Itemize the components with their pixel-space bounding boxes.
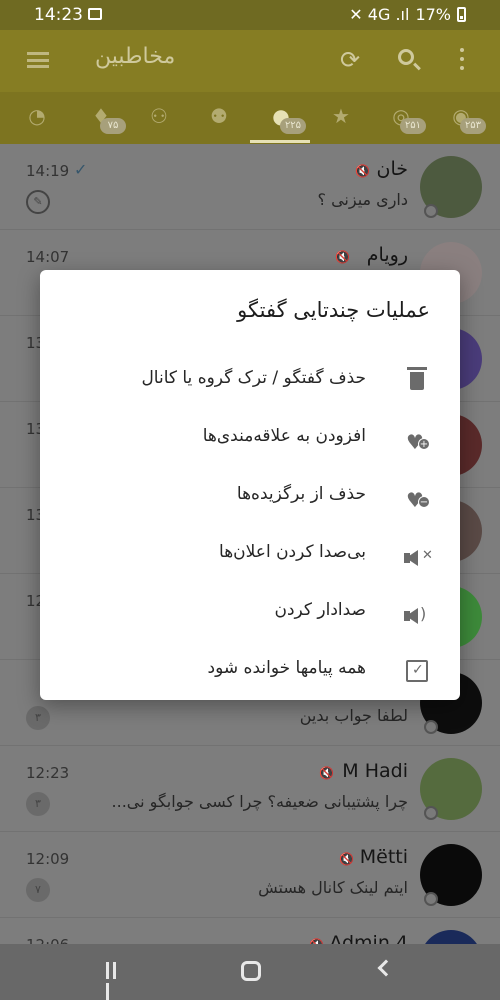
chat-preview: لطفا جواب بدین: [299, 706, 408, 725]
recents-icon[interactable]: [106, 962, 126, 1000]
chat-time: 14:19: [26, 162, 70, 180]
read-check-icon: ✓: [74, 160, 88, 179]
tab-chats[interactable]: ◔: [18, 100, 58, 136]
status-time: 14:23: [34, 5, 83, 25]
app-bar: مخاطبین ⟳: [0, 30, 500, 92]
battery-percent: 17%: [415, 5, 451, 24]
chat-name: رویام: [366, 244, 408, 266]
avatar: [420, 930, 482, 944]
chat-row[interactable]: Mëtti 🔇 ایتم لینک کانال هستش 12:09 ۷: [0, 832, 500, 918]
tab-badge: ۷۵: [100, 118, 126, 134]
mute-icon: 🔇: [355, 164, 370, 178]
avatar: [420, 156, 482, 218]
pin-icon: ✎: [26, 190, 50, 214]
chat-bubble-icon: ◔: [28, 104, 46, 128]
status-indicators: ✕ 4G .ıl 17%: [349, 5, 466, 24]
option-label: همه پیامها خوانده شود: [207, 658, 366, 678]
tab-all[interactable]: ◉ ۲۵۳: [442, 100, 486, 136]
tab-bots[interactable]: ♦ ۷۵: [82, 100, 126, 136]
chat-preview: چرا پشتیبانی ضعیفه؟ چرا کسی جوابگو نی...: [111, 792, 408, 811]
trash-icon: [404, 367, 430, 394]
tab-contacts[interactable]: ● ۲۲۵: [262, 100, 306, 136]
menu-icon[interactable]: [27, 52, 49, 68]
option-label: صدادار کردن: [274, 600, 366, 620]
volume-up-icon: ): [404, 600, 430, 626]
option-mute-notifications[interactable]: بی‌صدا کردن اعلان‌ها ✕: [40, 526, 460, 584]
unread-badge: ۷: [26, 878, 50, 902]
chat-time: 12:06: [26, 936, 69, 944]
chat-preview: داری میزنی ؟: [317, 190, 409, 209]
app-title: مخاطبین: [95, 44, 176, 69]
chat-time: 12:23: [26, 764, 70, 782]
tab-channels[interactable]: ◎ ۲۵۱: [382, 100, 426, 136]
signal-icons: ✕ 4G .ıl: [349, 5, 410, 24]
mark-read-icon: [404, 658, 430, 684]
option-unmute[interactable]: صدادار کردن ): [40, 584, 460, 642]
tab-badge: ۲۵۱: [400, 118, 426, 134]
bulk-actions-dialog: عملیات چندتایی گفتگو حذف گفتگو / ترک گرو…: [40, 270, 460, 700]
group-icon: ⚇: [150, 104, 168, 128]
more-vert-icon[interactable]: [460, 48, 464, 70]
chat-time: 12:09: [26, 850, 70, 868]
home-icon[interactable]: [241, 961, 261, 981]
chat-name: خان: [376, 158, 409, 180]
tab-badge: ۲۲۵: [280, 118, 306, 134]
avatar: [420, 844, 482, 906]
system-nav-bar: [0, 944, 500, 1000]
option-label: حذف از برگزیده‌ها: [236, 484, 366, 504]
status-bar: 14:23 ✕ 4G .ıl 17%: [0, 0, 500, 30]
tab-badge: ۲۵۳: [460, 118, 486, 134]
chat-name: Admin 4: [329, 932, 408, 944]
star-icon: ★: [332, 104, 350, 128]
option-delete-chat[interactable]: حذف گفتگو / ترک گروه یا کانال: [40, 352, 460, 410]
chat-row[interactable]: M Hadi 🔇 چرا پشتیبانی ضعیفه؟ چرا کسی جوا…: [0, 746, 500, 832]
tab-groups[interactable]: ⚇: [140, 100, 180, 136]
chat-name: Mëtti: [359, 846, 408, 868]
chat-row[interactable]: خان 🔇 داری میزنی ؟ 14:19 ✓ ✎: [0, 144, 500, 230]
heart-minus-icon: ♥ −: [406, 488, 430, 512]
heart-plus-icon: ♥ +: [406, 430, 430, 454]
option-label: بی‌صدا کردن اعلان‌ها: [219, 542, 366, 562]
unread-badge: ۳: [26, 792, 50, 816]
option-label: افزودن به علاقه‌مندی‌ها: [202, 426, 366, 446]
people-icon: ⚉: [210, 104, 228, 128]
option-remove-favorites[interactable]: حذف از برگزیده‌ها ♥ −: [40, 468, 460, 526]
avatar: [420, 758, 482, 820]
chat-row[interactable]: Admin 4 🔇 12:06: [0, 918, 500, 944]
mute-icon: 🔇: [335, 250, 350, 264]
mute-icon: 🔇: [339, 852, 354, 866]
option-add-favorites[interactable]: افزودن به علاقه‌مندی‌ها ♥ +: [40, 410, 460, 468]
active-tab-indicator: [250, 140, 310, 143]
tab-favorites[interactable]: ★: [322, 100, 362, 136]
unread-badge: ۳: [26, 706, 50, 730]
tab-bar: ◔ ♦ ۷۵ ⚇ ⚉ ● ۲۲۵ ★ ◎ ۲۵۱ ◉ ۲۵۳: [0, 92, 500, 144]
back-icon[interactable]: [377, 959, 395, 977]
chat-name: M Hadi: [342, 760, 408, 782]
option-label: حذف گفتگو / ترک گروه یا کانال: [141, 368, 366, 388]
search-icon[interactable]: [398, 49, 414, 65]
mute-icon: 🔇: [319, 766, 334, 780]
option-mark-all-read[interactable]: همه پیامها خوانده شود: [40, 642, 460, 700]
chat-time: 14:07: [26, 248, 70, 266]
volume-mute-icon: ✕: [404, 542, 433, 568]
gallery-notification-icon: [88, 8, 102, 20]
battery-icon: [457, 7, 466, 22]
sync-icon[interactable]: ⟳: [340, 46, 360, 74]
tab-people[interactable]: ⚉: [200, 100, 240, 136]
dialog-title: عملیات چندتایی گفتگو: [237, 298, 430, 322]
chat-preview: ایتم لینک کانال هستش: [258, 878, 408, 897]
